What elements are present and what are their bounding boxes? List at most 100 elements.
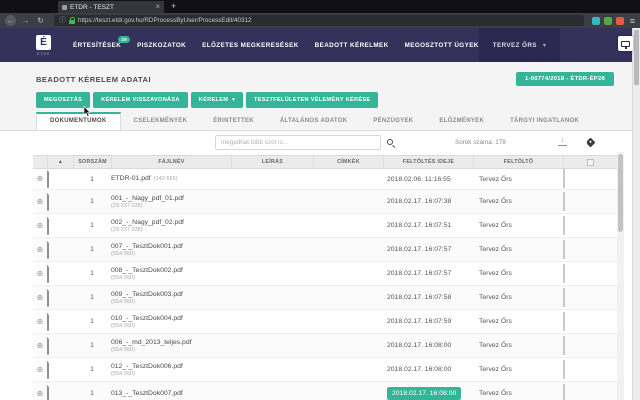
col-sort[interactable]: ▲ — [47, 156, 73, 168]
table-header: ▲ SORSZÁM FÁJLNÉV LEÍRÁS CÍMKÉK FELTÖLTÉ… — [33, 155, 617, 169]
download-icon[interactable]: ↓ — [558, 137, 567, 146]
page-scrollbar[interactable] — [632, 28, 640, 400]
row-uploaded: 2018.02.17. 16:07:51 — [383, 222, 473, 229]
row-filename[interactable]: 002_-_Nagy_pdf_02.pdf(29 237 038) — [111, 218, 231, 234]
tab-item[interactable]: ELŐZMÉNYEK — [426, 112, 497, 130]
tab-item[interactable]: TÁRGYI INGATLANOK — [497, 112, 592, 130]
table-row[interactable]: ⊕ 1 010_-_TesztDok004.pdf(554 990) 2018.… — [33, 310, 617, 334]
col-feltolto[interactable]: FELTÖLTŐ — [473, 156, 563, 168]
row-checkbox[interactable] — [563, 360, 565, 379]
list-scrollbar[interactable] — [617, 152, 624, 400]
table-row[interactable]: ⊕ 1 008_-_TesztDok002.pdf(554 990) 2018.… — [33, 262, 617, 286]
row-checkbox[interactable] — [563, 264, 565, 283]
row-sorszam: 1 — [73, 222, 111, 229]
col-expand — [33, 156, 47, 168]
expand-icon[interactable]: ⊕ — [33, 318, 47, 326]
row-filename[interactable]: 006_-_md_2013_teljes.pdf(554 990) — [111, 338, 231, 354]
url-bar[interactable]: ⓘ https://teszt.etdr.gov.hu/RDProcessByU… — [54, 15, 584, 26]
tab-close-icon[interactable]: × — [155, 3, 160, 11]
document-list-area: megadhat több szót is... Sorok száma: 17… — [0, 131, 640, 400]
expand-icon[interactable]: ⊕ — [33, 294, 47, 302]
row-checkbox[interactable] — [563, 216, 565, 235]
extension-icon-3[interactable] — [616, 17, 624, 25]
row-filename[interactable]: 001_-_Nagy_pdf_01.pdf(29 237 038) — [111, 194, 231, 210]
action-button[interactable]: TESZTFELÜLETEN VÉLEMÉNY KÉRÉSE — [246, 92, 378, 108]
row-checkbox[interactable] — [563, 384, 565, 400]
row-filename[interactable]: 013_-_TesztDok007.pdf — [111, 389, 231, 399]
browser-tab[interactable]: ÉTDR - TESZT × — [58, 1, 164, 13]
table-row[interactable]: ⊕ 1 006_-_md_2013_teljes.pdf(554 990) 20… — [33, 334, 617, 358]
row-filename[interactable]: 009_-_TesztDok003.pdf(554 990) — [111, 290, 231, 306]
tab-item[interactable]: DOKUMENTUMOK — [36, 112, 121, 130]
action-button-label: TESZTFELÜLETEN VÉLEMÉNY KÉRÉSE — [254, 97, 370, 103]
row-uploaded: 2018.02.17. 16:07:59 — [383, 318, 473, 325]
reference-badge: 1-00774/2018 - ÉTDR-ÉP28 — [516, 72, 614, 86]
row-uploaded: 2018.02.17. 16:08:00 — [383, 342, 473, 349]
nav-item[interactable]: MEGOSZTOTT ÜGYEK — [405, 42, 479, 49]
expand-icon[interactable]: ⊕ — [33, 390, 47, 398]
chevron-down-icon: ▾ — [232, 98, 235, 103]
row-checkbox[interactable] — [563, 240, 565, 259]
row-filename[interactable]: 007_-_TesztDok001.pdf(554 990) — [111, 242, 231, 258]
row-checkbox[interactable] — [563, 192, 565, 211]
nav-item[interactable]: ELŐZETES MEGKERESÉSEK — [202, 42, 299, 49]
nav-item[interactable]: BEADOTT KÉRELMEK — [315, 42, 389, 49]
row-filename[interactable]: 010_-_TesztDok004.pdf(554 990) — [111, 314, 231, 330]
table-row[interactable]: ⊕ 1 ETDR-01.pdf(142 665) 2018.02.06. 11:… — [33, 169, 617, 190]
document-icon — [47, 240, 49, 259]
expand-icon[interactable]: ⊕ — [33, 342, 47, 350]
site-info-icon[interactable]: ⓘ — [59, 17, 66, 24]
row-filename[interactable]: ETDR-01.pdf(142 665) — [111, 174, 231, 184]
expand-icon[interactable]: ⊕ — [33, 366, 47, 374]
hamburger-menu-icon[interactable]: ≡ — [630, 16, 635, 26]
back-icon[interactable]: ← — [5, 15, 16, 26]
select-all-checkbox[interactable] — [587, 159, 594, 166]
row-checkbox[interactable] — [563, 169, 565, 188]
tag-icon[interactable] — [586, 138, 596, 148]
table-row[interactable]: ⊕ 1 013_-_TesztDok007.pdf 2018.02.17. 16… — [33, 382, 617, 400]
list-scrollbar-thumb[interactable] — [618, 154, 623, 232]
expand-icon[interactable]: ⊕ — [33, 198, 47, 206]
extension-icon-2[interactable] — [604, 17, 612, 25]
expand-icon[interactable]: ⊕ — [33, 222, 47, 230]
row-checkbox[interactable] — [563, 336, 565, 355]
row-uploader: Tervez Őrs — [473, 270, 563, 277]
table-row[interactable]: ⊕ 1 012_-_TesztDok006.pdf(554 990) 2018.… — [33, 358, 617, 382]
col-sorszam[interactable]: SORSZÁM — [73, 156, 111, 168]
col-leiras[interactable]: LEÍRÁS — [231, 156, 313, 168]
col-feltoltes-ideje[interactable]: FELTÖLTÉS IDEJE — [383, 156, 473, 168]
nav-item[interactable]: ÉRTESÍTÉSEK 29 — [73, 42, 121, 49]
col-select — [563, 156, 617, 168]
tab-item[interactable]: CSELEKMÉNYEK — [121, 112, 201, 130]
table-row[interactable]: ⊕ 1 009_-_TesztDok003.pdf(554 990) 2018.… — [33, 286, 617, 310]
row-checkbox[interactable] — [563, 312, 565, 331]
search-input[interactable]: megadhat több szót is... — [215, 135, 381, 150]
table-row[interactable]: ⊕ 1 007_-_TesztDok001.pdf(554 990) 2018.… — [33, 238, 617, 262]
account-menu[interactable]: TERVEZ ŐRS ▾ — [479, 28, 561, 62]
col-fajlnev[interactable]: FÁJLNÉV — [111, 156, 231, 168]
app-logo[interactable]: É ÉTDR — [36, 35, 51, 56]
row-filename[interactable]: 008_-_TesztDok002.pdf(554 990) — [111, 266, 231, 282]
new-tab-button[interactable]: + — [171, 0, 176, 13]
tab-item[interactable]: ÉRINTETTEK — [200, 112, 267, 130]
expand-icon[interactable]: ⊕ — [33, 175, 47, 183]
expand-icon[interactable]: ⊕ — [33, 270, 47, 278]
tab-item[interactable]: ÁLTALÁNOS ADATOK — [267, 112, 360, 130]
action-button[interactable]: KÉRELEM VISSZAVONÁSA — [93, 92, 188, 108]
action-button[interactable]: KÉRELEM ▾ — [191, 92, 243, 108]
nav-item[interactable]: PISZKOZATOK — [137, 42, 186, 49]
monitor-widget-button[interactable] — [618, 36, 633, 51]
table-row[interactable]: ⊕ 1 002_-_Nagy_pdf_02.pdf(29 237 038) 20… — [33, 214, 617, 238]
row-checkbox[interactable] — [563, 288, 565, 307]
page-scrollbar-thumb[interactable] — [634, 30, 639, 85]
forward-icon[interactable]: → — [20, 15, 31, 26]
expand-icon[interactable]: ⊕ — [33, 246, 47, 254]
tab-item[interactable]: PÉNZÜGYEK — [360, 112, 426, 130]
reload-icon[interactable]: ↻ — [35, 15, 46, 26]
col-cimkek[interactable]: CÍMKÉK — [313, 156, 383, 168]
table-row[interactable]: ⊕ 1 001_-_Nagy_pdf_01.pdf(29 237 038) 20… — [33, 190, 617, 214]
row-filename[interactable]: 012_-_TesztDok006.pdf(554 990) — [111, 362, 231, 378]
search-icon[interactable] — [387, 139, 393, 145]
notification-badge: 29 — [118, 36, 130, 43]
extension-icon-1[interactable] — [592, 17, 600, 25]
